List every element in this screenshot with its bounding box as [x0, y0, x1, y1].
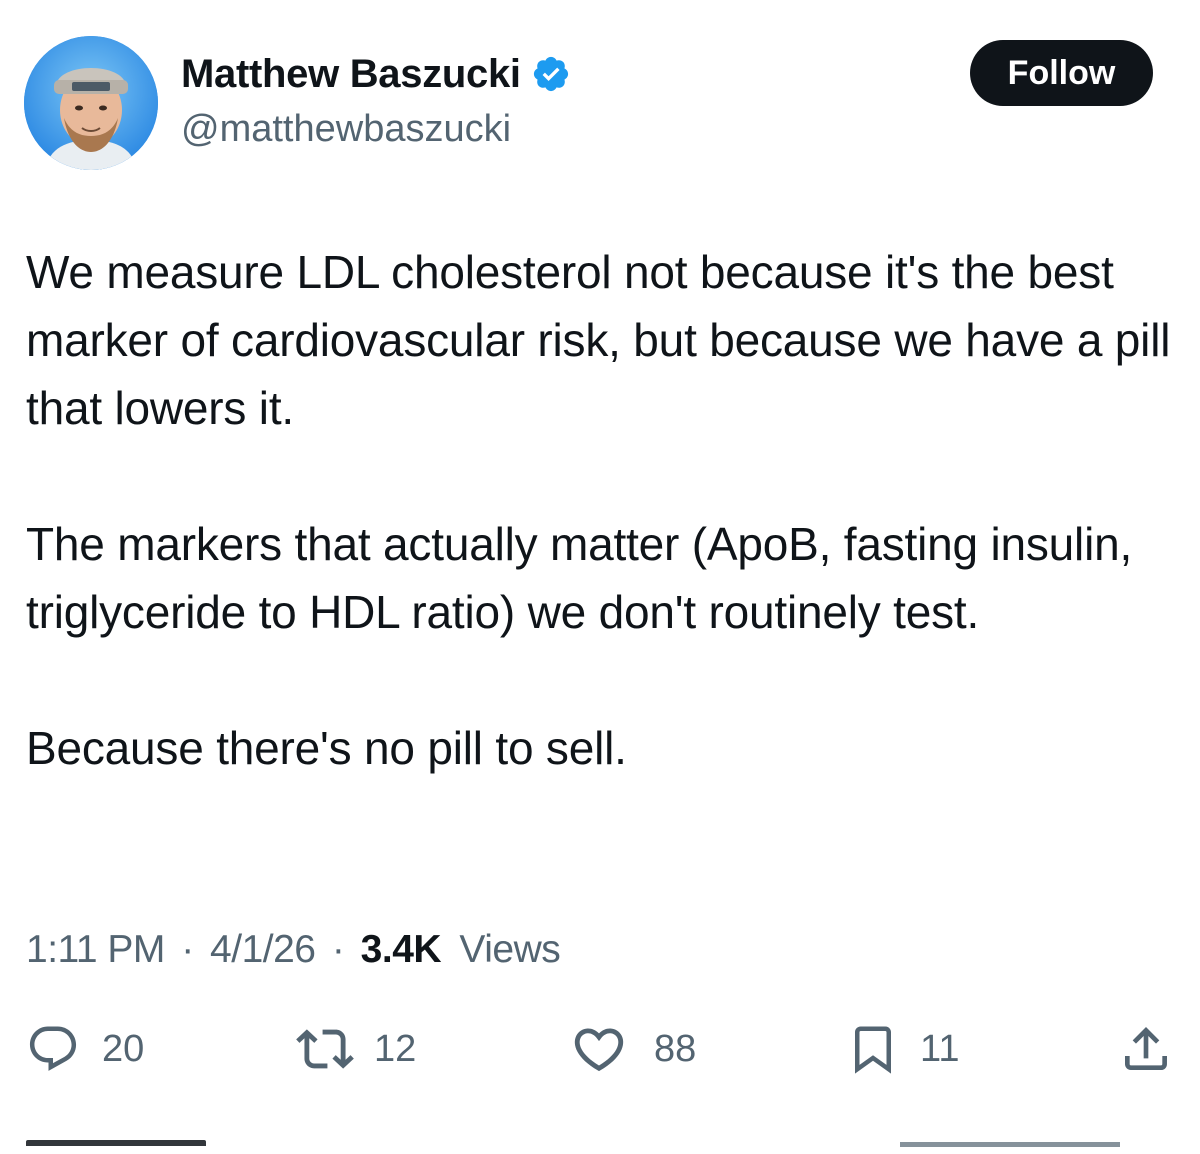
tweet-text: We measure LDL cholesterol not because i…	[26, 238, 1176, 850]
author-handle[interactable]: @matthewbaszucki	[181, 106, 511, 152]
heart-icon	[570, 1020, 628, 1078]
author-row: Matthew Baszucki	[181, 50, 571, 98]
bookmark-count: 11	[920, 1027, 960, 1070]
bookmark-button[interactable]: 11	[846, 1014, 959, 1084]
avatar[interactable]	[24, 36, 158, 170]
peek-divider-left	[26, 1140, 206, 1152]
tweet-actions: 20 12 88 11	[0, 1014, 1200, 1084]
like-button[interactable]: 88	[570, 1014, 696, 1084]
tweet-time[interactable]: 1:11 PM	[26, 928, 165, 971]
follow-button[interactable]: Follow	[970, 40, 1153, 106]
peek-divider-right	[900, 1142, 1120, 1151]
tweet-paragraph: Because there's no pill to sell.	[26, 722, 627, 774]
repost-icon	[296, 1020, 354, 1078]
tweet-paragraph: The markers that actually matter (ApoB, …	[26, 518, 1133, 638]
avatar-photo	[24, 36, 158, 170]
bookmark-icon	[846, 1022, 900, 1076]
tweet-date[interactable]: 4/1/26	[210, 928, 316, 971]
reply-button[interactable]: 20	[26, 1014, 144, 1084]
like-count: 88	[654, 1027, 697, 1070]
share-icon	[1118, 1021, 1174, 1077]
repost-count: 12	[374, 1027, 417, 1070]
tweet-meta: 1:11 PM · 4/1/26 · 3.4K Views	[26, 924, 561, 976]
reply-count: 20	[102, 1027, 145, 1070]
repost-button[interactable]: 12	[296, 1014, 416, 1084]
reply-icon	[26, 1022, 80, 1076]
author-display-name[interactable]: Matthew Baszucki	[181, 50, 521, 98]
views-label: Views	[459, 928, 561, 971]
share-button[interactable]	[1118, 1014, 1174, 1084]
verified-badge-icon[interactable]	[531, 54, 571, 94]
tweet-paragraph: We measure LDL cholesterol not because i…	[26, 246, 1171, 434]
views-count: 3.4K	[360, 928, 442, 971]
meta-separator: ·	[331, 928, 345, 971]
next-section-peek	[0, 1140, 1200, 1154]
meta-separator: ·	[181, 928, 194, 971]
